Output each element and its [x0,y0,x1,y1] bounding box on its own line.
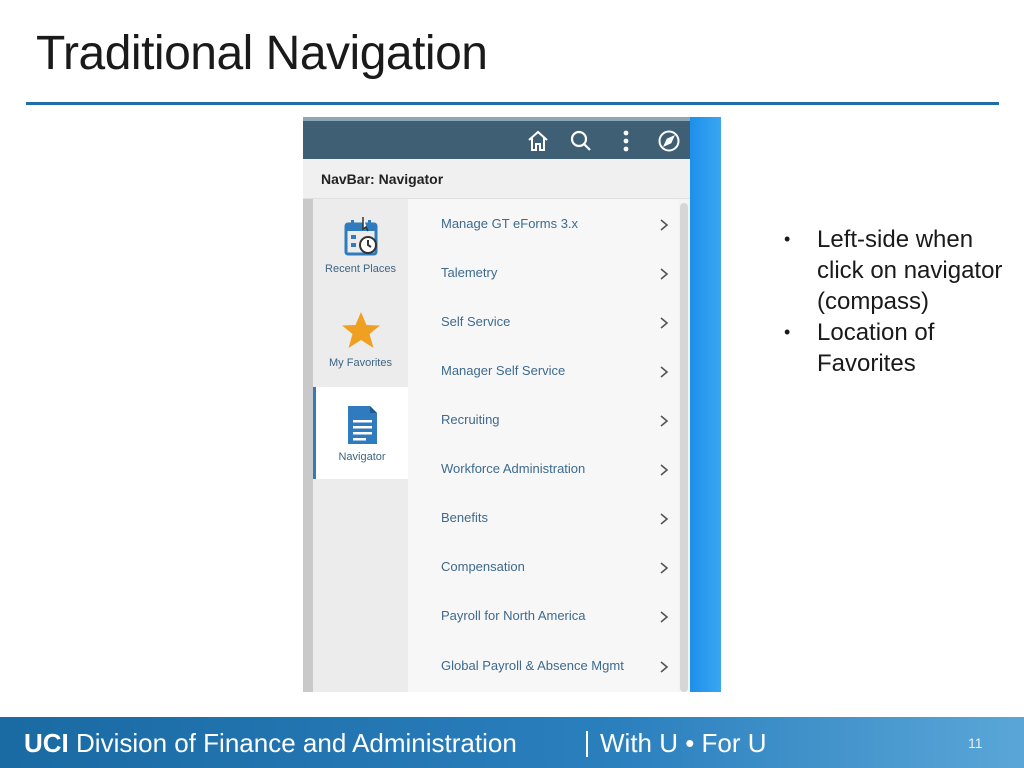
page-number: 11 [968,735,983,751]
chevron-right-icon [660,562,669,574]
menu-item[interactable]: Self Service [408,297,678,346]
left-rail [303,199,313,692]
star-icon [341,312,380,348]
title-divider [26,102,999,105]
menu-item[interactable]: Workforce Administration [408,444,678,493]
footer-brand-logo: UCI [24,728,69,758]
menu-item-label: Self Service [441,314,511,329]
menu-item[interactable]: Compensation [408,542,678,591]
tab-recent-places[interactable]: Recent Places [313,199,408,291]
chevron-right-icon [660,268,669,280]
compass-icon[interactable] [656,128,682,154]
document-icon [348,406,377,444]
blue-edge-strip [690,117,721,692]
navbar-header [303,117,690,159]
tab-navigator[interactable]: Navigator [313,387,408,479]
menu-item-label: Compensation [441,559,525,574]
menu-item[interactable]: Manager Self Service [408,346,678,395]
menu-item-label: Benefits [441,510,488,525]
slide-title: Traditional Navigation [36,27,488,80]
bullet-text: Location of Favorites [817,319,935,377]
tab-label-my-favorites: My Favorites [329,357,392,369]
menu-item-label: Payroll for North America [441,608,586,623]
chevron-right-icon [660,415,669,427]
menu-item[interactable]: Benefits [408,493,678,542]
navbar-title-bar: NavBar: Navigator [303,159,690,199]
chevron-right-icon [660,513,669,525]
menu-scrollbar[interactable] [680,203,688,692]
footer-separator [586,731,588,757]
tab-my-favorites[interactable]: My Favorites [313,293,408,385]
footer-tagline: With U • For U [600,728,767,758]
chevron-right-icon [660,611,669,623]
navigator-menu: Manage GT eForms 3.x Talemetry Self Serv… [408,199,678,692]
navbar-tabs: Recent Places My Favorites Navigator [313,199,408,692]
chevron-right-icon [660,317,669,329]
chevron-right-icon [660,219,669,231]
bullet-text: Left-side when click on navigator (compa… [817,226,1003,315]
tab-label-navigator: Navigator [338,451,386,463]
footer-brand-name: Division of Finance and Administration [76,728,517,758]
home-icon[interactable] [525,128,551,154]
menu-item-label: Talemetry [441,265,498,280]
bullet-item: • Left-side when click on navigator (comp… [784,226,1003,315]
menu-item-label: Global Payroll & Absence Mgmt [441,658,624,673]
navbar-title: NavBar: Navigator [321,171,444,187]
menu-item-label: Recruiting [441,412,500,427]
footer-brand: UCI Division of Finance and Administrati… [24,728,517,759]
bullet-item: • Location of Favorites [784,319,935,377]
footer-bar: UCI Division of Finance and Administrati… [0,717,1024,768]
menu-item[interactable]: Payroll for North America [408,591,678,640]
menu-item[interactable]: Global Payroll & Absence Mgmt [408,641,678,690]
navigator-screenshot: NavBar: Navigator Recent Places My Favor… [303,117,690,692]
menu-item[interactable]: Talemetry [408,248,678,297]
bullet-list: • Left-side when click on navigator (comp… [784,224,1004,379]
menu-item-label: Workforce Administration [441,461,586,476]
chevron-right-icon [660,464,669,476]
tab-label-recent-places: Recent Places [325,263,396,275]
search-icon[interactable] [568,128,594,154]
menu-item[interactable]: Recruiting [408,395,678,444]
chevron-right-icon [660,366,669,378]
recent-places-icon [344,217,377,256]
chevron-right-icon [660,661,669,673]
menu-item[interactable]: Manage GT eForms 3.x [408,199,678,248]
menu-item-label: Manage GT eForms 3.x [441,216,579,231]
menu-item-label: Manager Self Service [441,363,566,378]
more-options-icon[interactable] [613,128,639,154]
